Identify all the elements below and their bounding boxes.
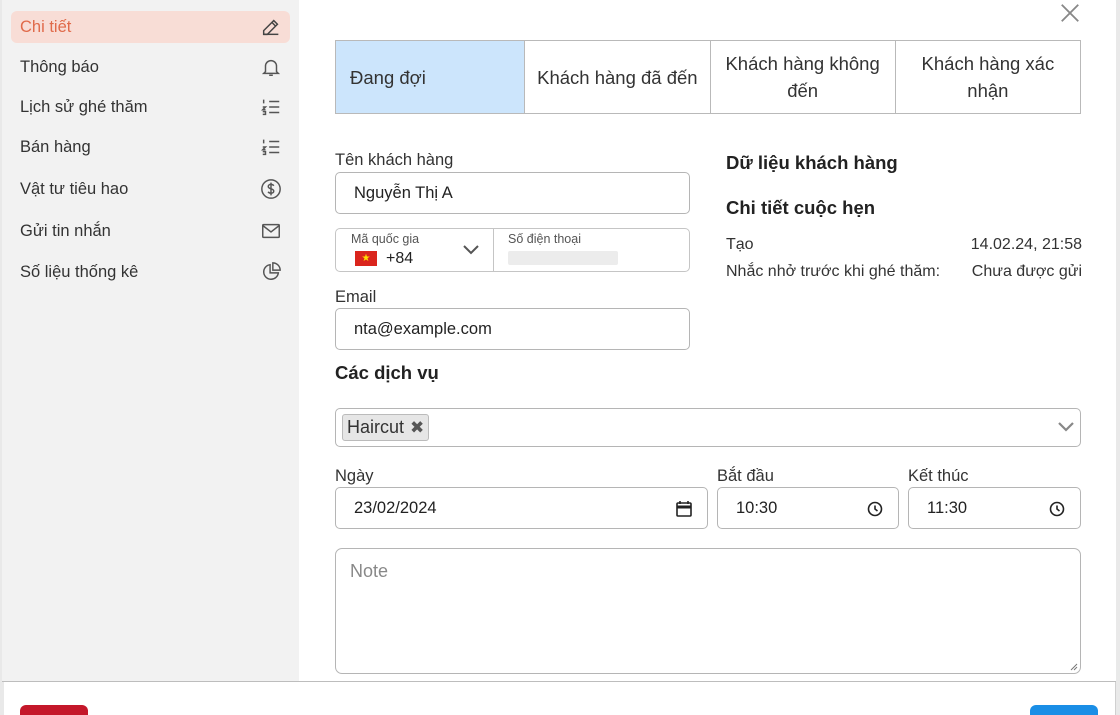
start-time-input[interactable]: 10:30 <box>717 487 899 529</box>
clock-icon[interactable] <box>866 500 884 518</box>
bell-icon <box>260 56 282 78</box>
sidebar-item-sales[interactable]: Bán hàng <box>11 131 290 163</box>
service-chip: Haircut ✖ <box>342 414 430 441</box>
envelope-icon <box>260 220 282 242</box>
delete-button[interactable] <box>20 705 88 715</box>
pencil-icon <box>260 16 282 38</box>
tab-confirmed[interactable]: Khách hàng xác nhận <box>894 41 1080 113</box>
sidebar-item-label: Lịch sử ghé thăm <box>20 97 148 116</box>
tab-waiting[interactable]: Đang đợi <box>336 41 525 113</box>
phone-number-redacted <box>508 251 618 265</box>
service-chip-label: Haircut <box>347 417 405 437</box>
status-tabs: Đang đợi Khách hàng đã đến Khách hàng kh… <box>335 40 1081 114</box>
date-input[interactable]: 23/02/2024 <box>335 487 708 529</box>
phone-field: Mã quốc gia ★ +84 Số điện thoại <box>335 228 690 272</box>
sidebar-item-details[interactable]: Chi tiết <box>11 11 290 43</box>
end-time-label: Kết thúc <box>908 467 969 485</box>
services-select[interactable]: Haircut ✖ <box>335 408 1081 447</box>
calendar-icon[interactable] <box>675 500 693 518</box>
sidebar-item-label: Gửi tin nhắn <box>20 221 111 240</box>
sidebar-item-label: Số liệu thống kê <box>20 262 139 281</box>
numbered-list-icon <box>260 136 282 158</box>
country-code-label: Mã quốc gia <box>351 232 420 246</box>
customer-name-value: Nguyễn Thị A <box>354 183 453 202</box>
sidebar-item-label: Thông báo <box>20 57 99 76</box>
date-label: Ngày <box>335 467 374 485</box>
customer-data-title: Dữ liệu khách hàng <box>726 152 898 173</box>
created-label: Tạo <box>726 236 754 253</box>
appointment-modal: Chi tiết Thông báo Lịch sử ghé thăm Bán … <box>2 0 1116 682</box>
note-placeholder: Note <box>350 561 389 581</box>
reminder-value: Chưa được gửi <box>971 263 1082 280</box>
chevron-down-icon <box>461 242 481 258</box>
sidebar-item-statistics[interactable]: Số liệu thống kê <box>11 256 290 288</box>
country-code-select[interactable]: Mã quốc gia ★ +84 <box>336 229 494 271</box>
sidebar-item-label: Bán hàng <box>20 137 91 156</box>
customer-name-input[interactable]: Nguyễn Thị A <box>335 172 690 214</box>
sidebar: Chi tiết Thông báo Lịch sử ghé thăm Bán … <box>2 0 299 681</box>
email-label: Email <box>335 288 377 306</box>
appointment-details-title: Chi tiết cuộc hẹn <box>726 197 876 218</box>
resize-handle-icon[interactable] <box>1068 661 1078 671</box>
phone-number-input[interactable]: Số điện thoại <box>494 229 689 271</box>
phone-number-label: Số điện thoại <box>508 232 581 246</box>
email-value: nta@example.com <box>354 319 492 338</box>
dollar-circle-icon <box>260 178 282 200</box>
created-value: 14.02.24, 21:58 <box>970 236 1082 253</box>
services-title: Các dịch vụ <box>335 362 439 383</box>
chevron-down-icon[interactable] <box>1056 419 1076 435</box>
created-row: Tạo 14.02.24, 21:58 <box>726 236 1082 254</box>
close-button[interactable] <box>1057 0 1083 26</box>
note-textarea[interactable]: Note <box>335 548 1081 674</box>
end-time-value: 11:30 <box>927 498 968 517</box>
country-code-value: +84 <box>386 250 414 267</box>
sidebar-item-label: Vật tư tiêu hao <box>20 179 129 198</box>
remove-chip-icon[interactable]: ✖ <box>410 418 424 438</box>
close-icon <box>1061 4 1079 22</box>
vietnam-flag-icon: ★ <box>355 251 377 266</box>
reminder-row: Nhắc nhở trước khi ghé thăm: Chưa được g… <box>726 263 1082 281</box>
sidebar-item-visit-history[interactable]: Lịch sử ghé thăm <box>11 91 290 123</box>
tab-arrived[interactable]: Khách hàng đã đến <box>524 41 709 113</box>
sidebar-item-notifications[interactable]: Thông báo <box>11 51 290 83</box>
start-time-label: Bắt đầu <box>717 467 774 485</box>
date-value: 23/02/2024 <box>354 498 437 517</box>
numbered-list-icon <box>260 96 282 118</box>
end-time-input[interactable]: 11:30 <box>908 487 1081 529</box>
sidebar-item-send-message[interactable]: Gửi tin nhắn <box>11 215 290 247</box>
start-time-value: 10:30 <box>736 498 778 517</box>
sidebar-item-label: Chi tiết <box>20 17 72 36</box>
sidebar-item-consumables[interactable]: Vật tư tiêu hao <box>11 173 290 205</box>
email-input[interactable]: nta@example.com <box>335 308 690 350</box>
save-button[interactable] <box>1030 705 1098 715</box>
customer-name-label: Tên khách hàng <box>335 151 454 169</box>
tab-no-show[interactable]: Khách hàng không đến <box>709 41 895 113</box>
pie-chart-icon <box>260 261 282 283</box>
reminder-label: Nhắc nhở trước khi ghé thăm: <box>726 263 941 280</box>
clock-icon[interactable] <box>1048 500 1066 518</box>
